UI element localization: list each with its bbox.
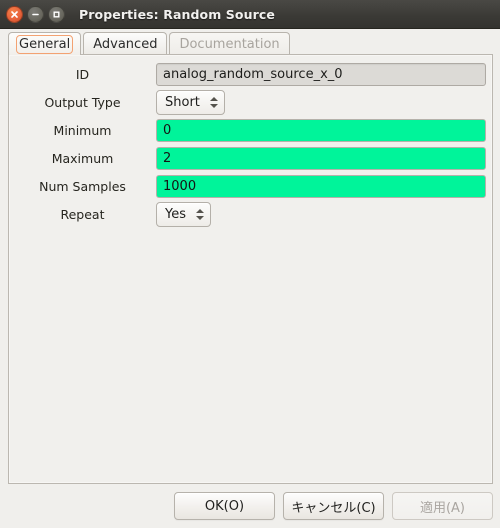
tab-documentation-label: Documentation — [179, 36, 280, 52]
field-wrap-output-type: Short — [156, 90, 486, 115]
cancel-button[interactable]: キャンセル(C) — [283, 492, 384, 520]
repeat-combobox[interactable]: Yes — [156, 202, 211, 227]
repeat-value: Yes — [165, 207, 186, 222]
chevron-up-icon — [209, 97, 218, 101]
minimize-icon[interactable] — [27, 5, 44, 23]
window-controls — [6, 5, 65, 23]
field-wrap-maximum: 2 — [156, 147, 486, 170]
label-num-samples: Num Samples — [39, 179, 126, 194]
minimum-input[interactable]: 0 — [156, 119, 486, 142]
tab-advanced[interactable]: Advanced — [83, 32, 168, 55]
output-type-value: Short — [165, 95, 200, 110]
tab-advanced-label: Advanced — [93, 36, 158, 52]
maximize-icon[interactable] — [48, 5, 65, 23]
form-row-id: ID analog_random_source_x_0 — [15, 62, 486, 87]
num-samples-input[interactable]: 1000 — [156, 175, 486, 198]
apply-button: 適用(A) — [392, 492, 493, 520]
form-row-output-type: Output Type Short — [15, 90, 486, 115]
label-minimum: Minimum — [53, 123, 112, 138]
spinner-arrows-icon — [209, 97, 218, 108]
form-row-maximum: Maximum 2 — [15, 146, 486, 171]
label-id: ID — [75, 67, 90, 82]
field-wrap-num-samples: 1000 — [156, 175, 486, 198]
properties-dialog-window: Properties: Random Source General Advanc… — [0, 0, 500, 528]
label-repeat: Repeat — [60, 207, 105, 222]
tab-strip: General Advanced Documentation — [0, 29, 500, 55]
chevron-down-icon — [196, 216, 204, 220]
label-output-type: Output Type — [44, 95, 121, 110]
field-wrap-repeat: Yes — [156, 202, 486, 227]
output-type-combobox[interactable]: Short — [156, 90, 225, 115]
ok-button[interactable]: OK(O) — [174, 492, 275, 520]
tab-page-general: ID analog_random_source_x_0 Output Type … — [8, 54, 493, 484]
label-maximum: Maximum — [51, 151, 114, 166]
tab-general[interactable]: General — [8, 32, 82, 55]
properties-form: ID analog_random_source_x_0 Output Type … — [9, 55, 492, 227]
id-input[interactable]: analog_random_source_x_0 — [156, 63, 486, 86]
chevron-down-icon — [209, 104, 218, 108]
chevron-up-icon — [196, 209, 204, 213]
title-bar: Properties: Random Source — [0, 0, 500, 29]
tab-documentation[interactable]: Documentation — [169, 32, 290, 55]
maximum-input[interactable]: 2 — [156, 147, 486, 170]
form-row-repeat: Repeat Yes — [15, 202, 486, 227]
form-row-minimum: Minimum 0 — [15, 118, 486, 143]
form-row-num-samples: Num Samples 1000 — [15, 174, 486, 199]
dialog-button-bar: OK(O) キャンセル(C) 適用(A) — [0, 484, 500, 528]
spinner-arrows-icon — [196, 209, 204, 220]
window-title: Properties: Random Source — [79, 6, 275, 22]
field-wrap-minimum: 0 — [156, 119, 486, 142]
field-wrap-id: analog_random_source_x_0 — [156, 63, 486, 86]
close-icon[interactable] — [6, 5, 23, 23]
tab-general-label: General — [15, 34, 74, 54]
